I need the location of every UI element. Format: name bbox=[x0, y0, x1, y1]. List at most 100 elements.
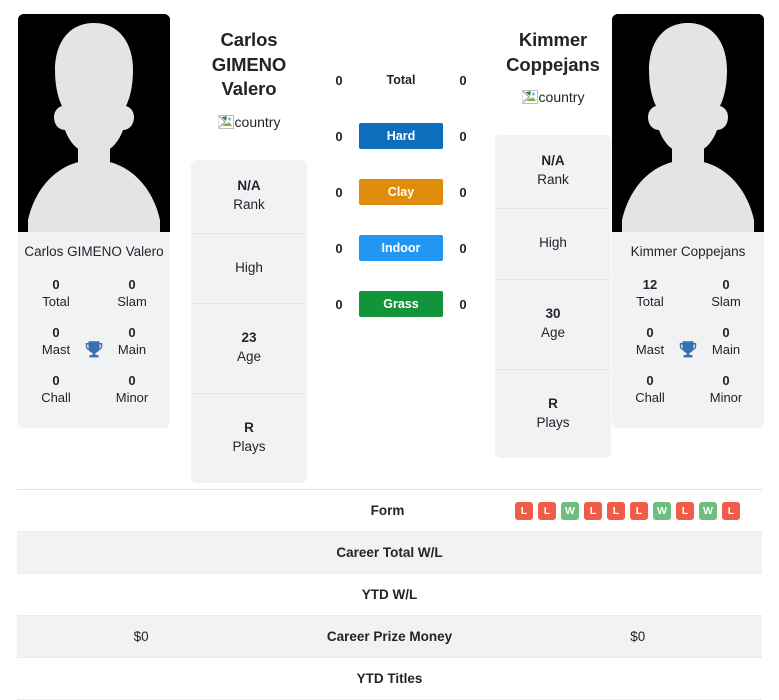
surface-badge-indoor: Indoor bbox=[359, 235, 443, 261]
surface-right-score: 0 bbox=[459, 128, 467, 144]
surface-right-score: 0 bbox=[459, 72, 467, 88]
row-label: YTD Titles bbox=[356, 671, 423, 686]
info-item-rank: N/A Rank bbox=[495, 135, 611, 209]
title-stat-value: 0 bbox=[722, 372, 730, 388]
form-badge-win[interactable]: W bbox=[561, 501, 579, 520]
form-badge-loss[interactable]: L bbox=[722, 501, 740, 520]
title-stat-label: Slam bbox=[711, 294, 741, 310]
title-stat-cell: 0 Slam bbox=[688, 270, 764, 318]
player-country-right: country bbox=[521, 87, 585, 107]
surface-row-hard: 0 Hard 0 bbox=[316, 122, 486, 150]
info-value: R bbox=[548, 395, 558, 411]
title-stat-value: 0 bbox=[52, 276, 60, 292]
form-badge-loss[interactable]: L bbox=[676, 501, 694, 520]
surface-left-score: 0 bbox=[335, 296, 343, 312]
surface-left-score: 0 bbox=[335, 240, 343, 256]
surface-badge-grass: Grass bbox=[359, 291, 443, 317]
player-name-right: Kimmer Coppejans bbox=[506, 29, 600, 75]
title-stat-cell: 0 Minor bbox=[688, 366, 764, 414]
form-badge-win[interactable]: W bbox=[699, 501, 717, 520]
row-label: Career Prize Money bbox=[326, 629, 453, 644]
person-silhouette-photo-icon bbox=[612, 14, 764, 232]
info-label: High bbox=[539, 234, 567, 250]
title-stat-value: 0 bbox=[128, 324, 136, 340]
table-row-career-total-wl: Career Total W/L bbox=[17, 532, 762, 574]
title-stat-label: Total bbox=[636, 294, 664, 310]
surface-right-score: 0 bbox=[459, 184, 467, 200]
info-value: N/A bbox=[541, 153, 565, 169]
player-info-card-right: N/A Rank High 30 Age R Plays bbox=[495, 135, 611, 459]
info-value: 30 bbox=[545, 305, 561, 321]
info-item-rank: N/A Rank bbox=[191, 160, 307, 234]
title-stat-value: 0 bbox=[646, 372, 654, 388]
title-stat-value: 12 bbox=[642, 276, 658, 292]
title-stat-cell: 0 Main bbox=[688, 318, 764, 366]
player-photo-card-right: Kimmer Coppejans 12 Total 0 Slam 0 Mast … bbox=[612, 14, 764, 428]
title-stat-value: 0 bbox=[128, 276, 136, 292]
info-value: R bbox=[244, 420, 254, 436]
title-stat-value: 0 bbox=[722, 276, 730, 292]
info-label: Age bbox=[236, 349, 262, 365]
title-stat-label: Total bbox=[42, 294, 70, 310]
info-label: Rank bbox=[233, 196, 265, 212]
trophy-icon bbox=[679, 340, 697, 357]
title-stat-label: Main bbox=[711, 342, 741, 358]
info-item-high: High bbox=[495, 209, 611, 280]
row-label: YTD W/L bbox=[361, 587, 418, 602]
comparison-stats-table: Form LLWLLLWLWL Career Total W/L YTD W/L… bbox=[17, 489, 762, 700]
title-stat-label: Chall bbox=[635, 390, 665, 406]
trophy-icon bbox=[85, 340, 103, 357]
player-country-label-left: country bbox=[234, 113, 281, 130]
row-label: Career Total W/L bbox=[336, 545, 443, 560]
player-country-label-right: country bbox=[538, 89, 585, 106]
title-stat-label: Minor bbox=[709, 390, 743, 406]
title-stat-label: Slam bbox=[117, 294, 147, 310]
surface-badge-total: Total bbox=[386, 73, 416, 87]
info-label: High bbox=[235, 259, 263, 275]
title-stat-value: 0 bbox=[722, 324, 730, 340]
info-item-high: High bbox=[191, 234, 307, 305]
surface-left-score: 0 bbox=[335, 184, 343, 200]
surface-row-grass: 0 Grass 0 bbox=[316, 290, 486, 318]
info-value: 23 bbox=[241, 330, 257, 346]
surface-right-score: 0 bbox=[459, 296, 467, 312]
career-prize-money-right: $0 bbox=[630, 629, 646, 644]
player-titles-grid-right: 12 Total 0 Slam 0 Mast 0 Main 0 Chall 0 … bbox=[612, 270, 764, 428]
info-label: Plays bbox=[232, 439, 266, 455]
form-badges-right: LLWLLLWLWL bbox=[511, 501, 762, 520]
form-badge-loss[interactable]: L bbox=[515, 501, 533, 520]
title-stat-label: Minor bbox=[115, 390, 149, 406]
title-stat-label: Chall bbox=[41, 390, 71, 406]
title-stat-cell: 0 Chall bbox=[612, 366, 688, 414]
career-prize-money-left: $0 bbox=[133, 629, 149, 644]
title-stat-value: 0 bbox=[52, 372, 60, 388]
player-photo-left bbox=[18, 14, 170, 232]
form-badge-loss[interactable]: L bbox=[630, 501, 648, 520]
player-titles-grid-left: 0 Total 0 Slam 0 Mast 0 Main 0 Chall 0 M… bbox=[18, 270, 170, 428]
info-item-age: 23 Age bbox=[191, 304, 307, 395]
player-comparison-page: Carlos GIMENO Valero 0 Total 0 Slam 0 Ma… bbox=[0, 0, 779, 700]
person-silhouette-photo-icon bbox=[18, 14, 170, 232]
table-row-ytd-wl: YTD W/L bbox=[17, 574, 762, 616]
broken-image-icon bbox=[217, 114, 234, 129]
form-badge-win[interactable]: W bbox=[653, 501, 671, 520]
info-label: Age bbox=[540, 324, 566, 340]
surface-left-score: 0 bbox=[335, 128, 343, 144]
form-badge-loss[interactable]: L bbox=[538, 501, 556, 520]
title-stat-cell: 0 Total bbox=[18, 270, 94, 318]
title-stat-cell: 0 Main bbox=[94, 318, 170, 366]
info-label: Plays bbox=[536, 414, 570, 430]
title-stat-cell: 0 Slam bbox=[94, 270, 170, 318]
form-badge-loss[interactable]: L bbox=[584, 501, 602, 520]
player-photo-right bbox=[612, 14, 764, 232]
player-photo-name-right: Kimmer Coppejans bbox=[630, 244, 746, 259]
info-item-age: 30 Age bbox=[495, 280, 611, 370]
form-badge-loss[interactable]: L bbox=[607, 501, 625, 520]
table-row-career-prize-money: $0 Career Prize Money $0 bbox=[17, 616, 762, 658]
info-item-plays: R Plays bbox=[191, 394, 307, 483]
player-photo-name-left: Carlos GIMENO Valero bbox=[24, 244, 164, 259]
player-info-card-left: N/A Rank High 23 Age R Plays bbox=[191, 159, 307, 484]
row-label: Form bbox=[370, 503, 405, 518]
title-stat-value: 0 bbox=[128, 372, 136, 388]
info-item-plays: R Plays bbox=[495, 370, 611, 459]
